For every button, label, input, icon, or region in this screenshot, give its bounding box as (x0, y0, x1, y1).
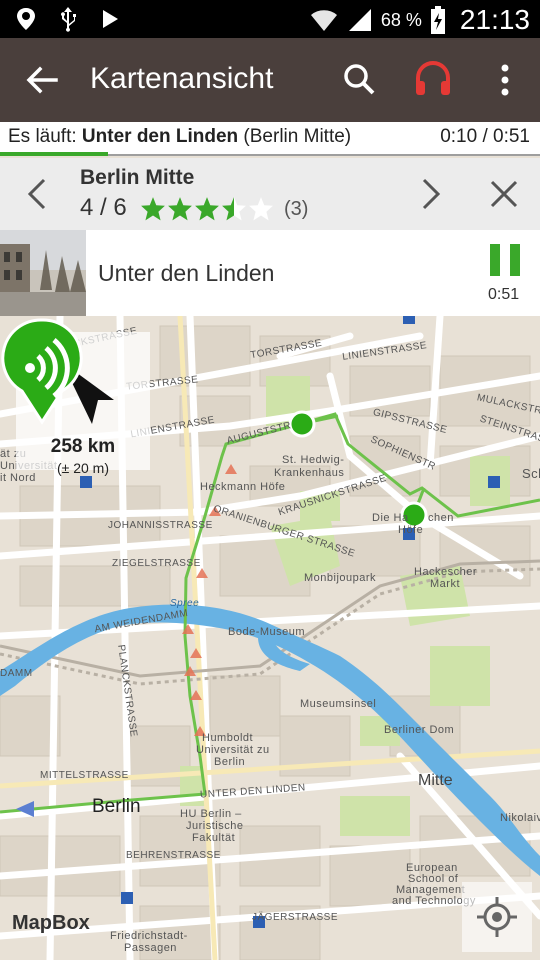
battery-percent: 68 % (380, 9, 422, 30)
map-label: DAMM (0, 668, 33, 679)
clock: 21:13 (459, 4, 530, 35)
map-label: Universität zu (196, 744, 270, 756)
map-label: Juristische (186, 820, 244, 832)
now-playing-bar[interactable]: Es läuft: Unter den Linden (Berlin Mitte… (0, 122, 540, 156)
chevron-right-icon[interactable] (418, 174, 446, 214)
more-vert-icon[interactable] (490, 60, 520, 100)
location-icon (17, 8, 35, 30)
map-label: Sch (522, 466, 540, 481)
crosshair-icon (477, 897, 517, 937)
app-bar: Kartenansicht (0, 38, 540, 122)
signal-icon (348, 9, 371, 31)
map-label: St. Hedwig- (282, 454, 345, 466)
map-label: chen (428, 512, 454, 524)
distance-value: 258 km (50, 436, 116, 457)
star-icon (195, 197, 219, 221)
chevron-left-icon[interactable] (22, 174, 50, 214)
pause-icon[interactable] (488, 242, 522, 278)
map-label: Passagen (124, 942, 177, 954)
city-label-berlin: Berlin (92, 796, 141, 817)
map-label: Heckmann Höfe (200, 481, 286, 493)
tour-position: 4 / 6 (80, 194, 127, 221)
tour-name: Berlin Mitte (80, 166, 195, 189)
map-label: Bode-Museum (228, 626, 306, 638)
back-arrow-icon[interactable] (22, 60, 62, 100)
playback-time: 0:10 / 0:51 (440, 126, 530, 147)
station-duration: 0:51 (488, 286, 520, 303)
star-icon (141, 197, 165, 221)
headphones-icon[interactable] (412, 58, 454, 100)
map-label: Markt (430, 578, 460, 590)
map-label: Humboldt (202, 732, 254, 744)
distance-accuracy: (± 20 m) (56, 460, 110, 476)
map-label: Friedrichstadt- (110, 930, 188, 942)
map-label: Nikolaiv (500, 812, 540, 824)
map-label: BEHRENSTRASSE (126, 850, 221, 861)
map-label: Krankenhaus (274, 467, 345, 479)
map-label: HU Berlin – (180, 808, 242, 820)
map-label: MITTELSTRASSE (40, 770, 129, 781)
station-name: Unter den Linden (98, 260, 275, 286)
now-playing-title: Unter den Linden (81, 126, 239, 147)
map-label: JOHANNISSTRASSE (108, 520, 213, 531)
star-icon (249, 197, 273, 221)
my-location-button[interactable] (462, 882, 532, 952)
now-playing-text: Es läuft: Unter den Linden (Berlin Mitte… (8, 126, 352, 147)
map-label: ZIEGELSTRASSE (112, 558, 201, 569)
map-label: JÄGERSTRASSE (252, 912, 339, 923)
close-icon[interactable] (486, 174, 522, 214)
map-label: Berlin (214, 756, 246, 768)
map-label: Monbijoupark (304, 572, 377, 584)
tour-bar: Berlin Mitte 4 / 6 (3) (0, 158, 540, 230)
map-label: Museumsinsel (300, 698, 377, 710)
wifi-icon (310, 10, 337, 32)
map-label: Höfe (398, 524, 424, 536)
map-view[interactable]: TIECKSTRASSE TORSTRASSE TORSTRASSE LINIE… (0, 316, 540, 960)
page-title: Kartenansicht (90, 62, 274, 95)
status-bar: 68 % 21:13 (0, 0, 540, 38)
playback-progress (0, 152, 108, 156)
station-thumbnail (0, 230, 86, 316)
star-icon (222, 197, 246, 221)
play-icon (103, 10, 118, 28)
audio-location-pin-icon[interactable] (0, 316, 84, 426)
search-icon[interactable] (340, 60, 380, 100)
usb-icon (61, 7, 76, 32)
map-label: Berliner Dom (384, 724, 455, 736)
map-attribution[interactable]: MapBox (12, 912, 90, 935)
rating-count: (3) (284, 198, 309, 220)
map-label: Fakultät (192, 832, 236, 844)
star-icon (168, 197, 192, 221)
battery-icon (430, 6, 445, 34)
station-card[interactable]: Unter den Linden 0:51 (0, 230, 540, 316)
map-label: Die Ha (372, 512, 409, 524)
rating-stars (140, 196, 274, 222)
map-label: Hackescher (414, 566, 478, 578)
city-label-mitte: Mitte (418, 772, 453, 789)
